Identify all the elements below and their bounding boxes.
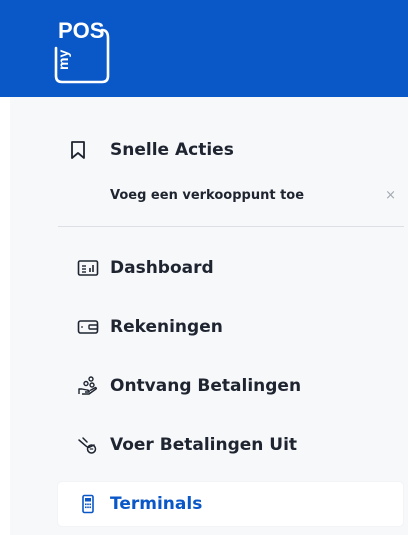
app-header: POS my: [0, 0, 408, 97]
sidebar-item-label: Terminals: [110, 494, 203, 514]
logo-text-my: my: [55, 50, 71, 70]
dashboard-icon: [74, 254, 102, 282]
sidebar-item-voer-betalingen-uit[interactable]: Voer Betalingen Uit: [58, 423, 403, 467]
quick-action-label[interactable]: Voeg een verkooppunt toe: [110, 188, 304, 203]
close-icon[interactable]: ×: [385, 188, 396, 203]
logo-text-pos: POS: [58, 18, 104, 43]
receive-payment-icon: [74, 372, 102, 400]
bookmark-icon: [64, 136, 92, 164]
terminal-icon: [74, 490, 102, 518]
quick-actions-heading: Snelle Acties: [64, 136, 234, 164]
sidebar-item-ontvang-betalingen[interactable]: Ontvang Betalingen: [58, 364, 403, 408]
sidebar-item-terminals[interactable]: Terminals: [58, 482, 403, 526]
mypos-logo[interactable]: POS my: [52, 10, 114, 86]
sidebar-item-label: Voer Betalingen Uit: [110, 435, 298, 455]
sidebar-item-label: Rekeningen: [110, 317, 223, 337]
sidebar-item-dashboard[interactable]: Dashboard: [58, 246, 403, 290]
wallet-icon: [74, 313, 102, 341]
divider: [58, 226, 404, 227]
sidebar-item-label: Ontvang Betalingen: [110, 376, 302, 396]
quick-actions-title: Snelle Acties: [110, 140, 234, 160]
send-payment-icon: [74, 431, 102, 459]
sidebar-item-rekeningen[interactable]: Rekeningen: [58, 305, 403, 349]
sidebar-item-label: Dashboard: [110, 258, 214, 278]
quick-action-item[interactable]: Voeg een verkooppunt toe ×: [110, 183, 400, 207]
